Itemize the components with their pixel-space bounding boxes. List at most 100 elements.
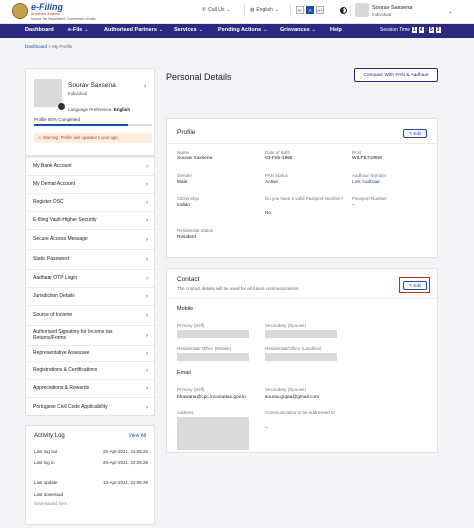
divider bbox=[167, 298, 439, 299]
valid-passport-label: Do you have a valid Passport Number? bbox=[265, 196, 344, 201]
session-digit: 3 bbox=[435, 27, 441, 33]
chevron-down-icon[interactable]: ⌄ bbox=[448, 8, 453, 15]
name-value: Sourav Saxsena bbox=[177, 156, 213, 161]
chevron-right-icon: › bbox=[146, 163, 148, 170]
gender-value: Male bbox=[177, 180, 188, 185]
breadcrumb-home[interactable]: Dashboard bbox=[25, 44, 47, 49]
menu-item-source-income[interactable]: Source of Income › bbox=[26, 305, 156, 325]
font-increase-button[interactable]: A+ bbox=[316, 6, 324, 14]
secondary-email-value: sourav.gupta@gmail.com bbox=[265, 395, 320, 400]
chevron-down-icon: ⌄ bbox=[274, 7, 279, 13]
breadcrumb-current: My Profile bbox=[52, 44, 73, 49]
view-all-link[interactable]: View All bbox=[129, 433, 146, 439]
secondary-mobile-label: Secondary (Spouse) bbox=[265, 323, 307, 328]
contact-edit-button[interactable]: ✎ Edit bbox=[403, 281, 427, 290]
contrast-toggle-icon[interactable] bbox=[340, 7, 347, 14]
redacted-address bbox=[177, 417, 249, 450]
secondary-email-label: Secondary (Spouse) bbox=[265, 387, 307, 392]
brand-logo[interactable]: e-Filing Anywhere Anytime Income Tax Dep… bbox=[31, 3, 95, 21]
profile-completion-bar bbox=[34, 124, 152, 126]
link-aadhaar-link[interactable]: Link Aadhaar bbox=[352, 180, 380, 185]
language-preference: Language Preference: English bbox=[68, 107, 130, 112]
profile-section: Profile ✎ Edit Name Sourav Saxsena Date o… bbox=[166, 118, 439, 258]
phone-icon: ✆ bbox=[202, 7, 207, 13]
profile-completion-fill bbox=[34, 124, 129, 126]
profile-name: Sourav Saxsena bbox=[68, 82, 116, 89]
residential-landline-label: Residential/Office (Landline) bbox=[265, 346, 322, 351]
menu-item-jurisdiction[interactable]: Jurisdiction Details › bbox=[26, 287, 156, 305]
activity-row: Last update 13-Apr-2021, 22:05:26 bbox=[34, 480, 148, 485]
email-heading: Email bbox=[177, 370, 191, 376]
aadhaar-label: Aadhaar Number bbox=[352, 173, 387, 178]
menu-item-portugese-code[interactable]: Portugese Civil Code Applicability › bbox=[26, 397, 156, 417]
breadcrumb-sep: > bbox=[48, 44, 51, 49]
menu-item-registrations[interactable]: Registrations & Certifications › bbox=[26, 361, 156, 379]
pan-label: PAN bbox=[352, 150, 361, 155]
nav-services[interactable]: Services ⌄ bbox=[174, 27, 203, 33]
pencil-icon: ✎ bbox=[408, 282, 413, 288]
session-digit: 5 bbox=[428, 27, 434, 33]
language-select[interactable]: ◍ English ⌄ bbox=[250, 7, 279, 13]
redacted-value bbox=[177, 330, 249, 338]
call-us-button[interactable]: ✆ Call Us ⌄ bbox=[202, 7, 231, 13]
globe-icon: ◍ bbox=[250, 7, 255, 13]
profile-summary-card[interactable]: Sourav Saxsena Individual › Language Pre… bbox=[25, 68, 155, 156]
citizenship-label: Citizenship bbox=[177, 196, 200, 201]
breadcrumb: Dashboard > My Profile bbox=[25, 44, 72, 49]
font-decrease-button[interactable]: A- bbox=[296, 6, 304, 14]
font-normal-button[interactable]: A bbox=[306, 6, 314, 14]
valid-passport-value: No bbox=[265, 211, 272, 216]
menu-item-authorised-signatory[interactable]: Authorised Signatory for Income tax Retu… bbox=[26, 325, 156, 345]
pencil-icon: ✎ bbox=[408, 130, 413, 136]
chevron-right-icon[interactable]: › bbox=[144, 83, 146, 90]
nav-authorised-partners[interactable]: Authorised Partners ⌄ bbox=[104, 27, 163, 33]
session-digit: 4 bbox=[418, 27, 424, 33]
menu-item-vault[interactable]: E-filing Vault-Higher Security › bbox=[26, 211, 156, 229]
menu-item-appreciations[interactable]: Appreciations & Rewards › bbox=[26, 379, 156, 397]
chevron-right-icon: › bbox=[146, 367, 148, 374]
activity-log-card: Activity Log View All Last log out 20-Apr… bbox=[25, 425, 155, 525]
nav-dashboard[interactable]: Dashboard bbox=[25, 27, 54, 33]
menu-item-aadhaar-otp[interactable]: Aadhaar OTP Login › bbox=[26, 269, 156, 287]
camera-icon[interactable] bbox=[58, 103, 65, 110]
nav-pending-actions[interactable]: Pending Actions ⌄ bbox=[218, 27, 267, 33]
nav-grievances[interactable]: Grievances ⌄ bbox=[280, 27, 316, 33]
session-label: Session Time bbox=[380, 27, 411, 33]
menu-item-secure-message[interactable]: Secure Access Message › bbox=[26, 229, 156, 249]
user-name[interactable]: Sourav Saxsena bbox=[372, 5, 412, 11]
primary-email-label: Primary (Self) bbox=[177, 387, 205, 392]
nav-help[interactable]: Help bbox=[330, 27, 342, 33]
avatar[interactable] bbox=[355, 3, 369, 17]
menu-item-static-password[interactable]: Static Password › bbox=[26, 249, 156, 269]
activity-log-title: Activity Log bbox=[34, 433, 65, 439]
activity-row: Last log in 20-Apr-2021, 22:05:26 bbox=[34, 460, 148, 465]
chevron-down-icon: ⌄ bbox=[311, 27, 316, 33]
passport-value: -- bbox=[352, 203, 356, 208]
brand-tagline: Anywhere Anytime bbox=[31, 12, 60, 16]
compare-pan-aadhaar-button[interactable]: Compare With PAN & Aadhaar bbox=[354, 68, 438, 82]
menu-item-bank-account[interactable]: My Bank Account › bbox=[26, 157, 156, 175]
dob-value: 03-Feb-1995 bbox=[265, 156, 293, 161]
divider bbox=[350, 5, 351, 17]
chevron-right-icon: › bbox=[146, 275, 148, 282]
avatar bbox=[34, 79, 65, 110]
communication-value: -- bbox=[265, 426, 269, 431]
profile-edit-button[interactable]: ✎ Edit bbox=[403, 129, 427, 138]
contact-subtitle: The contact details will be used for all… bbox=[177, 286, 300, 291]
communication-label: Communication to be addressed to bbox=[265, 410, 335, 415]
pan-value: WILPE7199W bbox=[352, 156, 383, 161]
nav-e-file[interactable]: e-File ⌄ bbox=[68, 27, 89, 33]
chevron-right-icon: › bbox=[146, 217, 148, 224]
menu-item-register-dsc[interactable]: Register DSC › bbox=[26, 193, 156, 211]
session-colon: : bbox=[425, 27, 427, 33]
chevron-down-icon: ⌄ bbox=[226, 7, 231, 13]
pan-status-label: PAN Status bbox=[265, 173, 288, 178]
chevron-down-icon: ⌄ bbox=[263, 27, 268, 33]
menu-item-demat-account[interactable]: My Demat Account › bbox=[26, 175, 156, 193]
main-nav: Dashboard e-File ⌄ Authorised Partners ⌄ S… bbox=[0, 24, 474, 38]
brand-name: e-Filing bbox=[31, 2, 63, 12]
chevron-right-icon: › bbox=[146, 293, 148, 300]
name-label: Name bbox=[177, 150, 190, 155]
profile-warning: ⚠ Warning: Profile last updated 1 year a… bbox=[34, 133, 152, 143]
menu-item-representative[interactable]: Representative Assessee › bbox=[26, 345, 156, 361]
